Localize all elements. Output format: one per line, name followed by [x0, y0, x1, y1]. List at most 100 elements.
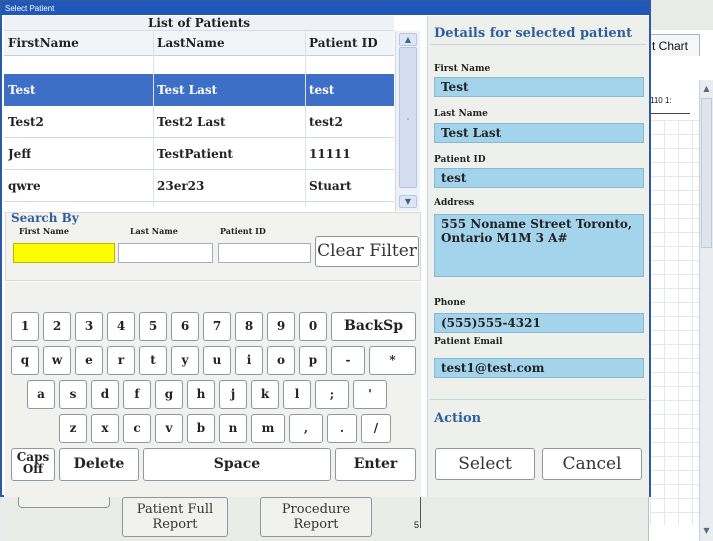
cell-patient-id: 11111: [309, 147, 351, 161]
tab-chart[interactable]: t Chart: [648, 34, 700, 56]
column-header-patient-id[interactable]: Patient ID: [309, 31, 378, 56]
detail-address-label: Address: [434, 198, 475, 208]
key-period[interactable]: .: [327, 414, 357, 443]
column-header-firstname[interactable]: FirstName: [8, 31, 79, 56]
delete-key[interactable]: Delete: [59, 448, 139, 481]
search-patient-id-input[interactable]: [218, 243, 311, 263]
table-row[interactable]: qwre 23er23 Stuart: [4, 170, 394, 202]
key-slash[interactable]: /: [361, 414, 391, 443]
key-i[interactable]: i: [235, 346, 263, 375]
backspace-key[interactable]: BackSp: [331, 312, 416, 341]
search-first-name-label: First Name: [19, 226, 69, 236]
chart-scroll-thumb[interactable]: [701, 98, 712, 248]
left-pane: List of Patients FirstName LastName Pati…: [4, 16, 427, 497]
key-2[interactable]: 2: [43, 312, 71, 341]
chart-scrollbar[interactable]: ▲ ▼: [699, 80, 713, 541]
column-divider: [305, 31, 306, 206]
divider: [430, 44, 646, 45]
key-c[interactable]: c: [123, 414, 151, 443]
detail-phone-label: Phone: [434, 298, 466, 308]
key-y[interactable]: y: [171, 346, 199, 375]
key-z[interactable]: z: [59, 414, 87, 443]
procedure-report-label: Procedure Report: [281, 502, 351, 532]
caps-lock-key[interactable]: Caps Off: [11, 448, 55, 481]
key-x[interactable]: x: [91, 414, 119, 443]
cell-lastname: Test Last: [157, 83, 218, 97]
key-j[interactable]: j: [219, 380, 247, 409]
table-row[interactable]: Jeff TestPatient 11111: [4, 138, 394, 170]
patient-list-scrollbar[interactable]: ▲ ▼: [395, 31, 420, 211]
patient-list-title: List of Patients: [4, 16, 394, 31]
key-asterisk[interactable]: *: [369, 346, 416, 375]
search-first-name-input[interactable]: [13, 243, 115, 263]
key-o[interactable]: o: [267, 346, 295, 375]
key-w[interactable]: w: [43, 346, 71, 375]
patient-list-scroll-thumb[interactable]: [399, 47, 417, 188]
detail-phone-field: (555)555-4321: [434, 313, 644, 333]
chevron-down-icon[interactable]: ▼: [399, 195, 417, 208]
key-a[interactable]: a: [27, 380, 55, 409]
details-title: Details for selected patient: [434, 26, 633, 41]
key-k[interactable]: k: [251, 380, 279, 409]
key-8[interactable]: 8: [235, 312, 263, 341]
key-r[interactable]: r: [107, 346, 135, 375]
key-5[interactable]: 5: [139, 312, 167, 341]
chart-grid: [650, 120, 702, 525]
dialog-title: Select Patient: [2, 2, 649, 15]
detail-last-name-label: Last Name: [434, 109, 488, 119]
cell-patient-id: test: [309, 83, 335, 97]
key-u[interactable]: u: [203, 346, 231, 375]
key-h[interactable]: h: [187, 380, 215, 409]
chevron-up-icon[interactable]: ▲: [700, 82, 713, 96]
key-g[interactable]: g: [155, 380, 183, 409]
key-v[interactable]: v: [155, 414, 183, 443]
space-key[interactable]: Space: [143, 448, 331, 481]
key-t[interactable]: t: [139, 346, 167, 375]
search-last-name-label: Last Name: [130, 226, 178, 236]
patient-list-header: FirstName LastName Patient ID: [4, 31, 394, 56]
key-q[interactable]: q: [11, 346, 39, 375]
search-last-name-input[interactable]: [118, 243, 213, 263]
key-apostrophe[interactable]: ': [353, 380, 387, 409]
key-l[interactable]: l: [283, 380, 311, 409]
key-4[interactable]: 4: [107, 312, 135, 341]
search-patient-id-label: Patient ID: [220, 226, 266, 236]
chevron-up-icon[interactable]: ▲: [399, 33, 417, 46]
cell-firstname: Test2: [8, 115, 44, 129]
select-patient-dialog: Select Patient List of Patients FirstNam…: [0, 0, 651, 497]
enter-key[interactable]: Enter: [335, 448, 416, 481]
table-row[interactable]: Test Test Last test: [4, 74, 394, 106]
key-comma[interactable]: ,: [289, 414, 323, 443]
column-header-lastname[interactable]: LastName: [157, 31, 225, 56]
clear-filter-button[interactable]: Clear Filter: [315, 236, 419, 267]
key-s[interactable]: s: [59, 380, 87, 409]
chart-axis-label: 5: [414, 520, 420, 530]
key-1[interactable]: 1: [11, 312, 39, 341]
cell-firstname: Jeff: [8, 147, 32, 161]
key-m[interactable]: m: [251, 414, 285, 443]
key-9[interactable]: 9: [267, 312, 295, 341]
select-button[interactable]: Select: [435, 448, 535, 480]
chevron-down-icon[interactable]: ▼: [700, 524, 713, 538]
key-f[interactable]: f: [123, 380, 151, 409]
search-by-panel: Search By First Name Last Name Patient I…: [5, 211, 421, 281]
key-semicolon[interactable]: ;: [315, 380, 349, 409]
table-row[interactable]: Test2 Test2 Last test2: [4, 106, 394, 138]
key-minus[interactable]: -: [331, 346, 365, 375]
key-d[interactable]: d: [91, 380, 119, 409]
key-e[interactable]: e: [75, 346, 103, 375]
key-b[interactable]: b: [187, 414, 215, 443]
detail-first-name-label: First Name: [434, 64, 491, 74]
detail-email-field: test1@test.com: [434, 358, 644, 378]
key-3[interactable]: 3: [75, 312, 103, 341]
procedure-report-button[interactable]: Procedure Report: [260, 497, 372, 537]
cancel-button[interactable]: Cancel: [542, 448, 642, 480]
key-p[interactable]: p: [299, 346, 327, 375]
key-7[interactable]: 7: [203, 312, 231, 341]
divider: [430, 399, 646, 400]
patient-full-report-button[interactable]: Patient Full Report: [122, 497, 228, 537]
key-n[interactable]: n: [219, 414, 247, 443]
detail-address-field: 555 Noname Street Toronto, Ontario M1M 3…: [434, 214, 644, 277]
key-6[interactable]: 6: [171, 312, 199, 341]
key-0[interactable]: 0: [299, 312, 327, 341]
